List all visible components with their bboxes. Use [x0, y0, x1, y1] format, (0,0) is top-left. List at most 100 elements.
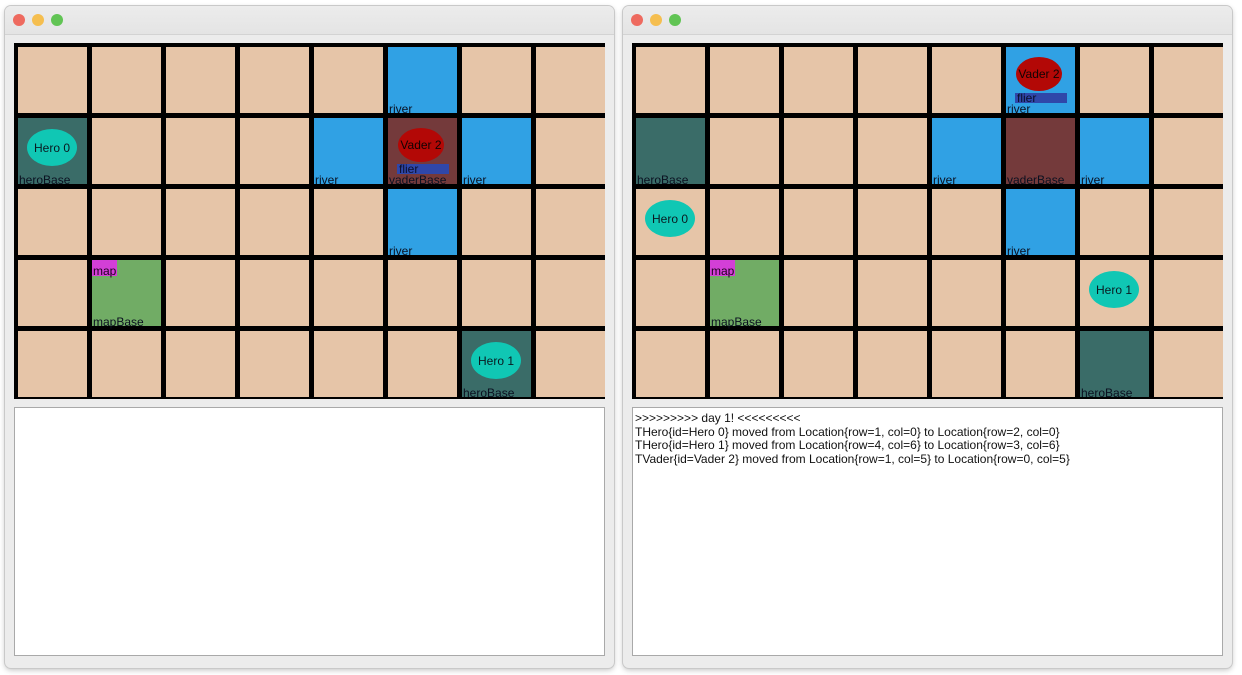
- board-cell-grass[interactable]: [92, 47, 161, 113]
- event-log[interactable]: >>>>>>>>> day 1! <<<<<<<<< THero{id=Hero …: [632, 407, 1223, 656]
- board-cell-grass[interactable]: [240, 331, 309, 397]
- map-item[interactable]: map: [92, 260, 117, 278]
- hero-token[interactable]: Hero 0: [645, 200, 695, 237]
- board-cell-grass[interactable]: [314, 189, 383, 255]
- board-cell-grass[interactable]: [166, 189, 235, 255]
- board-cell-grass[interactable]: [1154, 47, 1223, 113]
- board-cell-grass[interactable]: [388, 331, 457, 397]
- board-cell-grass[interactable]: [240, 189, 309, 255]
- board-cell-grass[interactable]: [932, 189, 1001, 255]
- board-cell-grass[interactable]: [1154, 331, 1223, 397]
- board-cell-river[interactable]: river Vader 2 flier: [1006, 47, 1075, 116]
- board-cell-grass[interactable]: [18, 260, 87, 326]
- board-cell-grass[interactable]: [462, 47, 531, 113]
- board-cell-grass[interactable]: [536, 260, 605, 326]
- board-cell-grass[interactable]: [636, 47, 705, 113]
- board-cell-heroBase[interactable]: heroBase: [636, 118, 705, 187]
- board-cell-grass[interactable]: [314, 260, 383, 326]
- board-cell-vaderBase[interactable]: vaderBase Vader 2 flier: [388, 118, 457, 187]
- board-cell-grass[interactable]: [314, 331, 383, 397]
- board-cell-grass[interactable]: [932, 47, 1001, 113]
- board-cell-grass[interactable]: [710, 189, 779, 255]
- board-cell-river[interactable]: river: [1006, 189, 1075, 258]
- board-cell-heroBase[interactable]: heroBase Hero 1: [462, 331, 531, 400]
- board-cell-grass[interactable]: [92, 189, 161, 255]
- board-cell-grass[interactable]: [710, 331, 779, 397]
- board-cell-grass[interactable]: [858, 189, 927, 255]
- board-cell-grass[interactable]: [858, 118, 927, 184]
- zoom-window-button[interactable]: [669, 14, 681, 26]
- board-cell-grass[interactable]: [314, 47, 383, 113]
- board-cell-heroBase[interactable]: heroBase: [1080, 331, 1149, 400]
- board-cell-grass[interactable]: Hero 0: [636, 189, 705, 255]
- log-line: THero{id=Hero 0} moved from Location{row…: [635, 424, 1060, 439]
- board-cell-river[interactable]: river: [388, 189, 457, 258]
- vader-token[interactable]: Vader 2: [1016, 57, 1062, 91]
- board-cell-mapBase[interactable]: mapBase map: [92, 260, 161, 329]
- board-cell-grass[interactable]: [536, 189, 605, 255]
- board-cell-grass[interactable]: [536, 47, 605, 113]
- board-cell-grass[interactable]: [1154, 189, 1223, 255]
- board-cell-grass[interactable]: [18, 47, 87, 113]
- board-cell-river[interactable]: river: [388, 47, 457, 116]
- board-cell-river[interactable]: river: [314, 118, 383, 187]
- board-cell-grass[interactable]: [858, 47, 927, 113]
- close-window-button[interactable]: [13, 14, 25, 26]
- map-item[interactable]: map: [710, 260, 735, 278]
- board-cell-grass[interactable]: [166, 47, 235, 113]
- board-cell-heroBase[interactable]: heroBase Hero 0: [18, 118, 87, 187]
- zoom-window-button[interactable]: [51, 14, 63, 26]
- vader-token[interactable]: Vader 2: [398, 128, 444, 162]
- board-cell-grass[interactable]: [240, 47, 309, 113]
- board-cell-grass[interactable]: Hero 1: [1080, 260, 1149, 326]
- board-cell-grass[interactable]: [710, 118, 779, 184]
- window-titlebar[interactable]: [623, 6, 1232, 35]
- board-cell-grass[interactable]: [388, 260, 457, 326]
- board-cell-grass[interactable]: [166, 260, 235, 326]
- board-cell-grass[interactable]: [536, 331, 605, 397]
- board-cell-grass[interactable]: [240, 260, 309, 326]
- board-cell-grass[interactable]: [1154, 118, 1223, 184]
- hero-token[interactable]: Hero 0: [27, 129, 77, 166]
- board-cell-grass[interactable]: [1080, 189, 1149, 255]
- board-cell-grass[interactable]: [784, 47, 853, 113]
- minimize-window-button[interactable]: [650, 14, 662, 26]
- board-cell-grass[interactable]: [784, 189, 853, 255]
- board-cell-grass[interactable]: [18, 331, 87, 397]
- board-cell-grass[interactable]: [462, 189, 531, 255]
- hero-token[interactable]: Hero 1: [471, 342, 521, 379]
- board-cell-grass[interactable]: [166, 331, 235, 397]
- board-cell-grass[interactable]: [858, 260, 927, 326]
- board-cell-vaderBase[interactable]: vaderBase: [1006, 118, 1075, 187]
- board-cell-grass[interactable]: [1154, 260, 1223, 326]
- board-cell-grass[interactable]: [92, 331, 161, 397]
- board-cell-grass[interactable]: [1006, 260, 1075, 326]
- board-cell-grass[interactable]: [18, 189, 87, 255]
- close-window-button[interactable]: [631, 14, 643, 26]
- board-cell-grass[interactable]: [858, 331, 927, 397]
- board-cell-grass[interactable]: [536, 118, 605, 184]
- board-cell-grass[interactable]: [1080, 47, 1149, 113]
- board-cell-grass[interactable]: [636, 260, 705, 326]
- hero-token[interactable]: Hero 1: [1089, 271, 1139, 308]
- board-cell-grass[interactable]: [1006, 331, 1075, 397]
- window-titlebar[interactable]: [5, 6, 614, 35]
- board-cell-river[interactable]: river: [932, 118, 1001, 187]
- minimize-window-button[interactable]: [32, 14, 44, 26]
- board-cell-grass[interactable]: [784, 331, 853, 397]
- board-cell-grass[interactable]: [92, 118, 161, 184]
- board-cell-mapBase[interactable]: mapBase map: [710, 260, 779, 329]
- board-cell-grass[interactable]: [462, 260, 531, 326]
- board-cell-grass[interactable]: [932, 260, 1001, 326]
- board-cell-river[interactable]: river: [462, 118, 531, 187]
- log-line: TVader{id=Vader 2} moved from Location{r…: [635, 451, 1070, 466]
- board-cell-grass[interactable]: [240, 118, 309, 184]
- board-cell-grass[interactable]: [932, 331, 1001, 397]
- board-cell-grass[interactable]: [166, 118, 235, 184]
- event-log[interactable]: [14, 407, 605, 656]
- board-cell-grass[interactable]: [710, 47, 779, 113]
- board-cell-grass[interactable]: [784, 260, 853, 326]
- board-cell-river[interactable]: river: [1080, 118, 1149, 187]
- board-cell-grass[interactable]: [636, 331, 705, 397]
- board-cell-grass[interactable]: [784, 118, 853, 184]
